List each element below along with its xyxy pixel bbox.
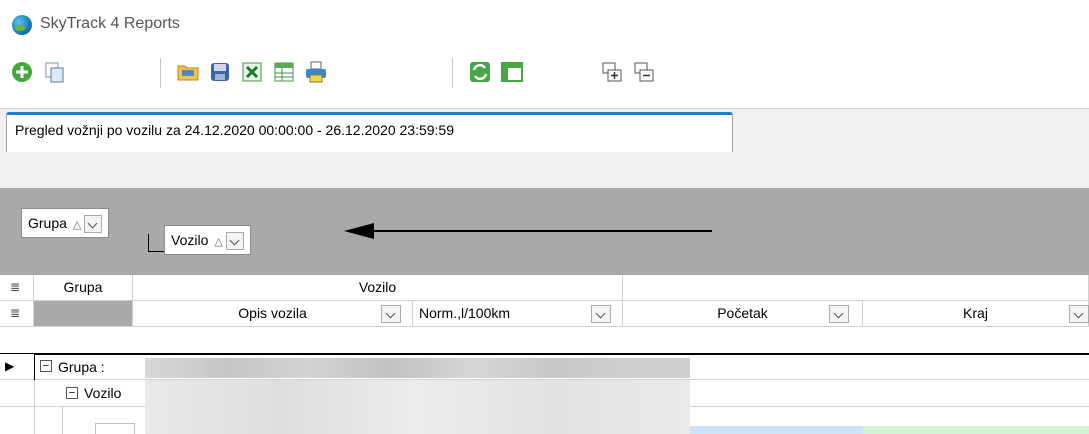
column-header-kraj[interactable]: Kraj <box>863 301 1089 327</box>
cell-edge <box>95 423 135 434</box>
filter-dropdown-icon[interactable] <box>84 215 103 234</box>
column-header-grupa-empty <box>34 301 133 327</box>
add-icon[interactable] <box>10 60 34 84</box>
group-connector-line <box>148 234 164 252</box>
group-chip-label: Vozilo <box>171 232 209 248</box>
filter-dropdown-icon[interactable] <box>225 232 244 251</box>
tab-report-label: Pregled vožnji po vozilu za 24.12.2020 0… <box>15 122 454 138</box>
group-by-panel: Grupa △ Vozilo △ <box>0 188 1089 275</box>
column-label: Norm.,l/100km <box>419 305 511 321</box>
excel-export-icon[interactable] <box>240 60 264 84</box>
redacted-value <box>145 358 690 378</box>
group-chip-vozilo[interactable]: Vozilo △ <box>164 225 251 255</box>
cell-highlight-blue <box>690 426 863 434</box>
row-indent-line <box>62 407 63 434</box>
column-header-pocetak[interactable]: Početak <box>623 301 863 327</box>
open-folder-icon[interactable] <box>176 60 200 84</box>
band-header-grupa[interactable]: Grupa <box>34 275 133 301</box>
layout-icon[interactable] <box>500 60 524 84</box>
save-disk-icon[interactable] <box>208 60 232 84</box>
collapse-icon[interactable]: − <box>40 360 52 372</box>
redacted-value <box>145 380 690 407</box>
row-indent-line <box>34 407 35 434</box>
band-header-vozilo[interactable]: Vozilo <box>133 275 623 301</box>
tab-report[interactable]: Pregled vožnji po vozilu za 24.12.2020 0… <box>6 112 733 152</box>
filter-dropdown-icon[interactable] <box>591 305 611 323</box>
sort-ascending-icon: △ <box>214 236 223 248</box>
data-row-partial[interactable] <box>0 407 1089 434</box>
filter-dropdown-icon[interactable] <box>829 305 849 323</box>
sort-ascending-icon: △ <box>72 219 82 231</box>
toolbar <box>0 52 1089 100</box>
document-tab-strip: Pregled vožnji po vozilu za 24.12.2020 0… <box>0 108 1089 155</box>
band-header-empty <box>623 275 1089 301</box>
annotation-arrow-icon <box>344 223 712 239</box>
group-row-grupa[interactable]: ▶ − Grupa : <box>0 353 1089 381</box>
table-export-icon[interactable] <box>272 60 296 84</box>
current-row-pointer-icon: ▶ <box>5 359 15 373</box>
column-label: Opis vozila <box>238 305 307 321</box>
collapse-icon[interactable]: − <box>66 387 78 399</box>
filter-dropdown-icon[interactable] <box>381 305 401 323</box>
toolbar-separator <box>160 58 161 88</box>
refresh-icon[interactable] <box>468 60 492 84</box>
collapse-all-icon[interactable] <box>632 60 656 84</box>
group-chip-label: Grupa <box>28 215 67 231</box>
window-title: SkyTrack 4 Reports <box>40 15 180 32</box>
content-spacer <box>0 154 1089 188</box>
row-indent-line <box>34 380 35 407</box>
app-globe-icon <box>12 15 32 35</box>
grid-header: ≣ ≣ Grupa Vozilo Opis vozila Norm.,l/100… <box>0 275 1089 353</box>
redacted-value <box>145 407 690 434</box>
row-indicator-icon: ≣ <box>0 301 34 327</box>
toolbar-separator <box>452 58 453 88</box>
expand-all-icon[interactable] <box>600 60 624 84</box>
column-header-opis-vozila[interactable]: Opis vozila <box>133 301 413 327</box>
print-icon[interactable] <box>304 60 328 84</box>
filter-dropdown-icon[interactable] <box>1069 305 1089 323</box>
copy-icon[interactable] <box>42 60 66 84</box>
column-header-norm[interactable]: Norm.,l/100km <box>413 301 623 327</box>
column-label: Kraj <box>963 305 988 321</box>
group-row-vozilo[interactable]: − Vozilo <box>0 380 1089 407</box>
row-indicator-icon: ≣ <box>0 275 34 301</box>
group-row-label: Grupa : <box>58 359 105 375</box>
group-chip-grupa[interactable]: Grupa △ <box>21 208 110 238</box>
cell-highlight-green <box>863 426 1089 434</box>
group-row-label: Vozilo <box>84 385 122 401</box>
column-label: Početak <box>717 305 768 321</box>
title-bar: SkyTrack 4 Reports <box>0 0 1089 50</box>
